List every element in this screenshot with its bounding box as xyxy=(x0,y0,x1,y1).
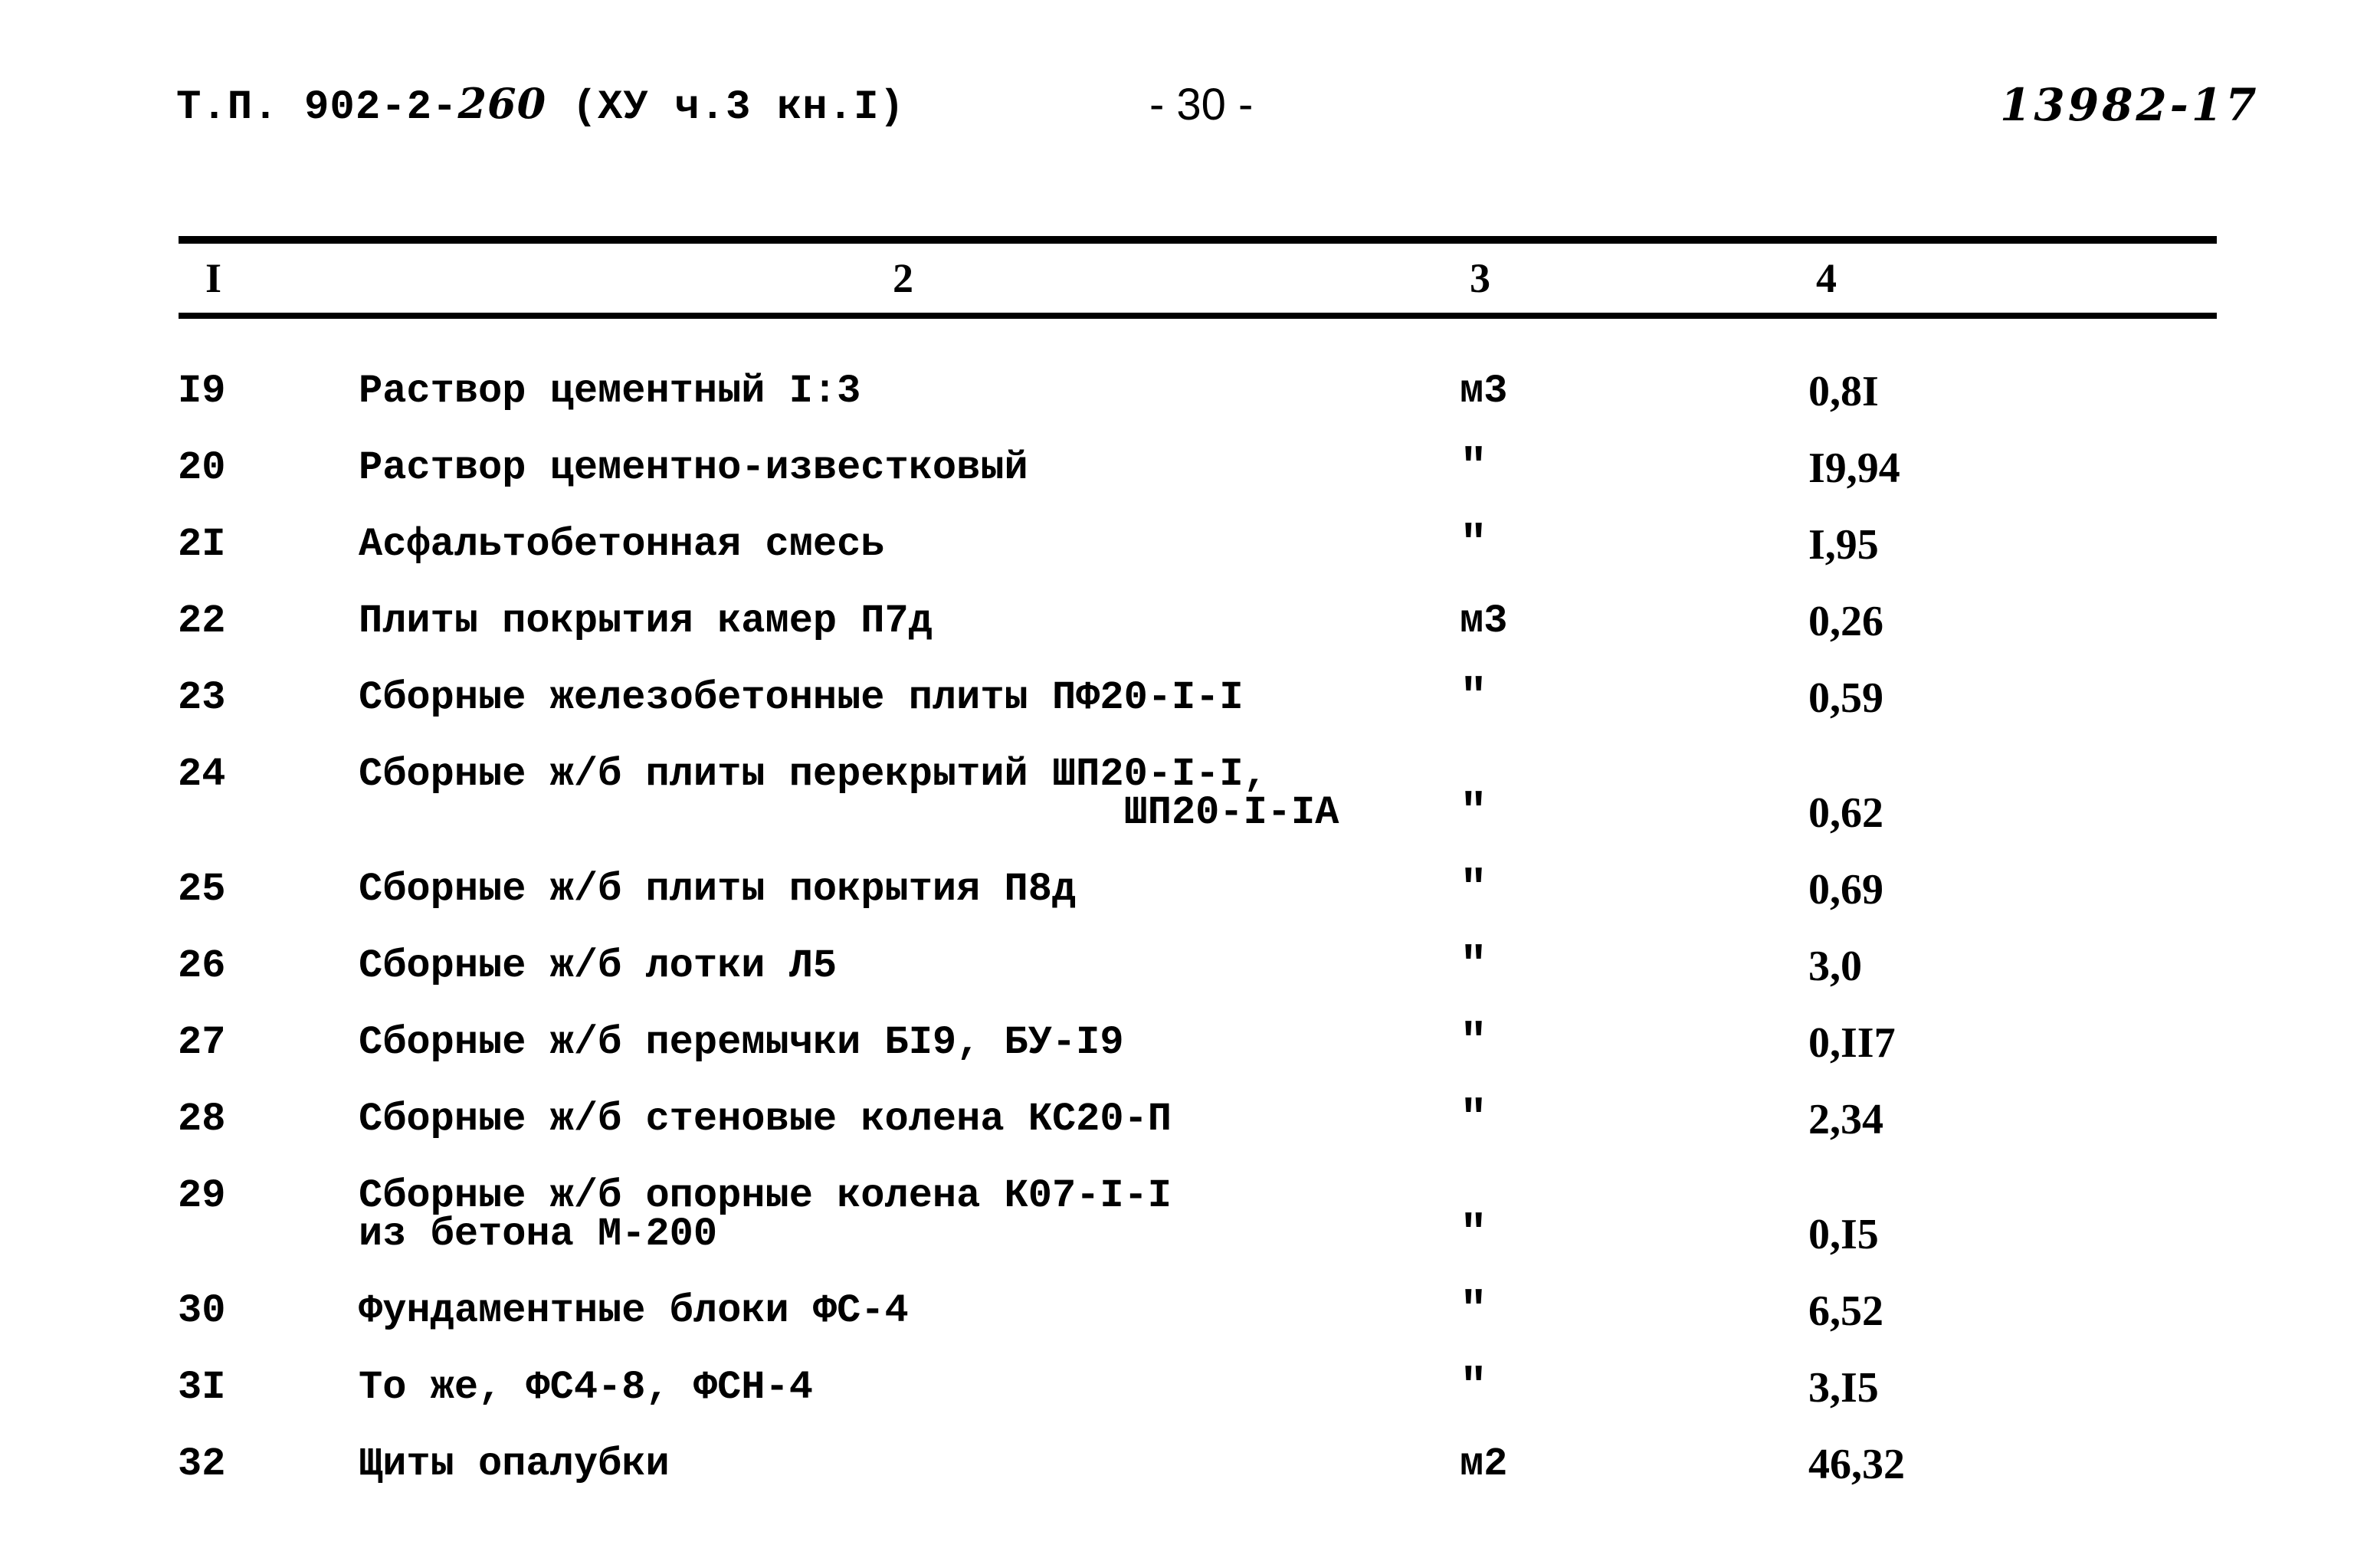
document-code-suffix: (ХУ ч.3 кн.I) xyxy=(546,84,905,131)
table-row: 26 Сборные ж/б лотки Л5 " 3,0 xyxy=(0,943,2380,989)
quantity: 3,0 xyxy=(1808,943,1862,990)
unit-ditto-mark: " xyxy=(1460,864,1488,916)
material-name-line-1: Раствор цементно-известковый xyxy=(359,445,1028,490)
table-row: 29 Сборные ж/б опорные колена К07-I-I из б… xyxy=(0,1176,2380,1258)
material-name-line-1: Сборные ж/б лотки Л5 xyxy=(359,943,838,989)
row-number: 29 xyxy=(178,1173,226,1218)
row-number: 20 xyxy=(178,445,226,490)
material-name: Сборные ж/б лотки Л5 xyxy=(359,946,837,986)
unit-ditto-mark: " xyxy=(1460,787,1488,839)
quantity: 6,52 xyxy=(1808,1287,1883,1335)
column-header-1: I xyxy=(205,255,222,301)
table-row: 20 Раствор цементно-известковый " I9,94 xyxy=(0,445,2380,491)
unit: м3 xyxy=(1460,599,1508,644)
material-name: Сборные ж/б плиты покрытия П8д xyxy=(359,870,1076,910)
material-name-line-1: Фундаментные блоки ФС-4 xyxy=(359,1288,909,1333)
row-number: I9 xyxy=(178,369,226,414)
column-header-2: 2 xyxy=(893,255,913,301)
quantity: I,95 xyxy=(1808,521,1879,569)
table-row: 28 Сборные ж/б стеновые колена КС20-П " 2,3… xyxy=(0,1097,2380,1143)
row-number: 30 xyxy=(178,1288,226,1333)
quantity: 2,34 xyxy=(1808,1096,1883,1143)
unit: м3 xyxy=(1460,369,1508,414)
table-row: 23 Сборные железобетонные плиты ПФ20-I-I "… xyxy=(0,675,2380,721)
material-name-line-1: Сборные ж/б плиты покрытия П8д xyxy=(359,867,1077,912)
page-number: - 30 - xyxy=(1149,80,1254,130)
material-name: Асфальтобетонная смесь xyxy=(359,525,885,565)
material-name: Щиты опалубки xyxy=(359,1445,670,1484)
quantity: 0,59 xyxy=(1808,674,1883,722)
unit-ditto-mark: " xyxy=(1460,1209,1488,1261)
unit-ditto-mark: " xyxy=(1460,940,1488,992)
row-number: 2I xyxy=(178,522,226,567)
material-name-line-1: Сборные железобетонные плиты ПФ20-I-I xyxy=(359,675,1244,720)
material-name: Раствор цементный I:3 xyxy=(359,369,861,414)
material-name: То же, ФС4-8, ФСН-4 xyxy=(359,1368,813,1408)
row-number: 3I xyxy=(178,1365,226,1410)
unit-ditto-mark: " xyxy=(1460,1094,1488,1146)
unit: м2 xyxy=(1460,1441,1508,1487)
unit-ditto-mark: " xyxy=(1460,1362,1488,1414)
quantity: 0,62 xyxy=(1808,789,1883,837)
material-name: Раствор цементно-известковый xyxy=(359,448,1028,488)
material-name: Сборные ж/б стеновые колена КС20-П xyxy=(359,1097,1172,1142)
material-name-line-1: Сборные ж/б перемычки БI9, БУ-I9 xyxy=(359,1020,1124,1065)
material-name-line-2: из бетона М-200 xyxy=(359,1212,718,1257)
material-name-line-1: Плиты покрытия камер П7д xyxy=(359,599,933,644)
quantity: I9,94 xyxy=(1808,444,1900,492)
column-header-4: 4 xyxy=(1816,255,1837,301)
material-name: Фундаментные блоки ФС-4 xyxy=(359,1291,909,1331)
row-number: 27 xyxy=(178,1020,226,1065)
quantity: 3,I5 xyxy=(1808,1364,1879,1412)
quantity: 0,69 xyxy=(1808,866,1883,913)
unit-ditto-mark: " xyxy=(1460,1285,1488,1337)
row-number: 23 xyxy=(178,675,226,720)
table-top-rule xyxy=(179,236,2217,244)
material-name-line-1: Щиты опалубки xyxy=(359,1441,670,1487)
material-name: Сборные ж/б перемычки БI9, БУ-I9 xyxy=(359,1023,1124,1063)
row-number: 32 xyxy=(178,1441,226,1487)
material-name: Сборные железобетонные плиты ПФ20-I-I xyxy=(359,678,1244,718)
row-number: 24 xyxy=(178,752,226,797)
quantity: 46,32 xyxy=(1808,1441,1905,1488)
document-code-prefix: Т.П. 902-2- xyxy=(176,84,458,131)
registration-number: 13982-17 xyxy=(2000,79,2260,131)
material-name: Сборные ж/б плиты перекрытий ШП20-I-I, Ш… xyxy=(359,755,1339,835)
material-name-line-1: Асфальтобетонная смесь xyxy=(359,522,885,567)
unit-ditto-mark: " xyxy=(1460,1017,1488,1069)
table-row: I9 Раствор цементный I:3 м3 0,8I xyxy=(0,370,2380,413)
row-number: 22 xyxy=(178,599,226,644)
table-row: 32 Щиты опалубки м2 46,32 xyxy=(0,1443,2380,1486)
unit-ditto-mark: " xyxy=(1460,442,1488,494)
table-row: 30 Фундаментные блоки ФС-4 " 6,52 xyxy=(0,1288,2380,1334)
material-name-line-2: ШП20-I-IА xyxy=(359,790,1339,835)
unit-ditto-mark: " xyxy=(1460,672,1488,724)
row-number: 25 xyxy=(178,867,226,912)
table-header-rule xyxy=(179,313,2217,319)
material-name-line-1: Раствор цементный I:3 xyxy=(359,369,861,414)
unit-ditto-mark: " xyxy=(1460,519,1488,571)
document-code: Т.П. 902-2-260 (ХУ ч.3 кн.I) xyxy=(176,83,905,129)
row-number: 26 xyxy=(178,943,226,989)
table-row: 22 Плиты покрытия камер П7д м3 0,26 xyxy=(0,600,2380,643)
table-row: 27 Сборные ж/б перемычки БI9, БУ-I9 " 0,II7 xyxy=(0,1020,2380,1066)
quantity: 0,I5 xyxy=(1808,1211,1879,1258)
quantity: 0,II7 xyxy=(1808,1019,1896,1067)
column-header-3: 3 xyxy=(1470,255,1490,301)
document-code-handwritten: 260 xyxy=(457,79,547,128)
material-name-line-1: Сборные ж/б стеновые колена КС20-П xyxy=(359,1097,1172,1142)
quantity: 0,26 xyxy=(1808,598,1883,645)
material-name: Сборные ж/б опорные колена К07-I-I из бет… xyxy=(359,1176,1172,1257)
quantity: 0,8I xyxy=(1808,368,1879,415)
material-name-line-1: То же, ФС4-8, ФСН-4 xyxy=(359,1365,813,1410)
material-name: Плиты покрытия камер П7д xyxy=(359,602,933,641)
row-number: 28 xyxy=(178,1097,226,1142)
